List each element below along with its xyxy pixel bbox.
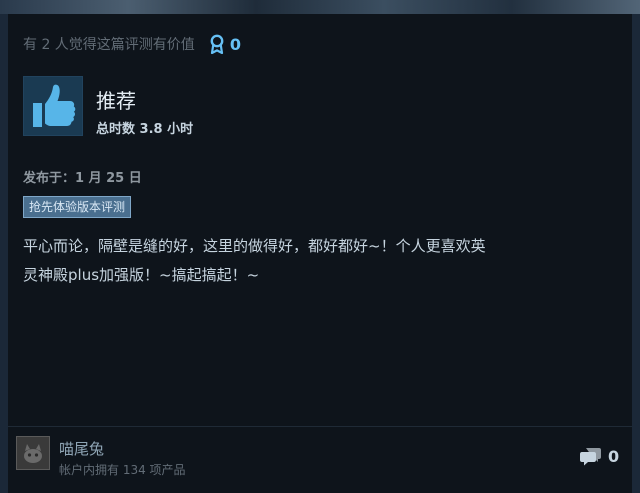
award-count: 0 bbox=[229, 34, 241, 54]
helpful-votes: 有 2 人觉得这篇评测有价值 0 bbox=[23, 34, 241, 54]
recommendation-icon-box[interactable] bbox=[23, 76, 83, 136]
thumbs-up-icon bbox=[23, 76, 83, 136]
review-content: 平心而论，隔壁是缝的好，这里的做得好，都好都好~！个人更喜欢英 灵神殿plus加… bbox=[23, 232, 613, 290]
award-ribbon-icon bbox=[209, 34, 225, 54]
award-button[interactable]: 0 bbox=[209, 34, 241, 54]
author-products-owned: 帐户内拥有 134 项产品 bbox=[59, 463, 186, 477]
review-content-line-2: 灵神殿plus加强版！~搞起搞起！~ bbox=[23, 266, 260, 284]
author-name[interactable]: 喵尾兔 bbox=[59, 438, 104, 459]
page-background-strip bbox=[0, 0, 640, 14]
helpful-text: 有 2 人觉得这篇评测有价值 bbox=[23, 37, 195, 53]
early-access-badge: 抢先体验版本评测 bbox=[23, 196, 132, 218]
comment-bubbles-icon bbox=[580, 446, 602, 466]
comment-count: 0 bbox=[608, 446, 620, 466]
footer-divider bbox=[8, 426, 632, 427]
posted-date: 发布于：1 月 25 日 bbox=[23, 171, 142, 186]
review-content-line-1: 平心而论，隔壁是缝的好，这里的做得好，都好都好~！个人更喜欢英 bbox=[23, 237, 486, 255]
author-avatar[interactable] bbox=[16, 436, 50, 470]
recommendation-title[interactable]: 推荐 bbox=[96, 85, 136, 114]
playtime-hours: 总时数 3.8 小时 bbox=[96, 122, 194, 137]
comments-button[interactable]: 0 bbox=[580, 446, 619, 466]
review-card: 有 2 人觉得这篇评测有价值 0 推荐 总时数 3.8 小时 发布于：1 月 2… bbox=[8, 14, 632, 493]
